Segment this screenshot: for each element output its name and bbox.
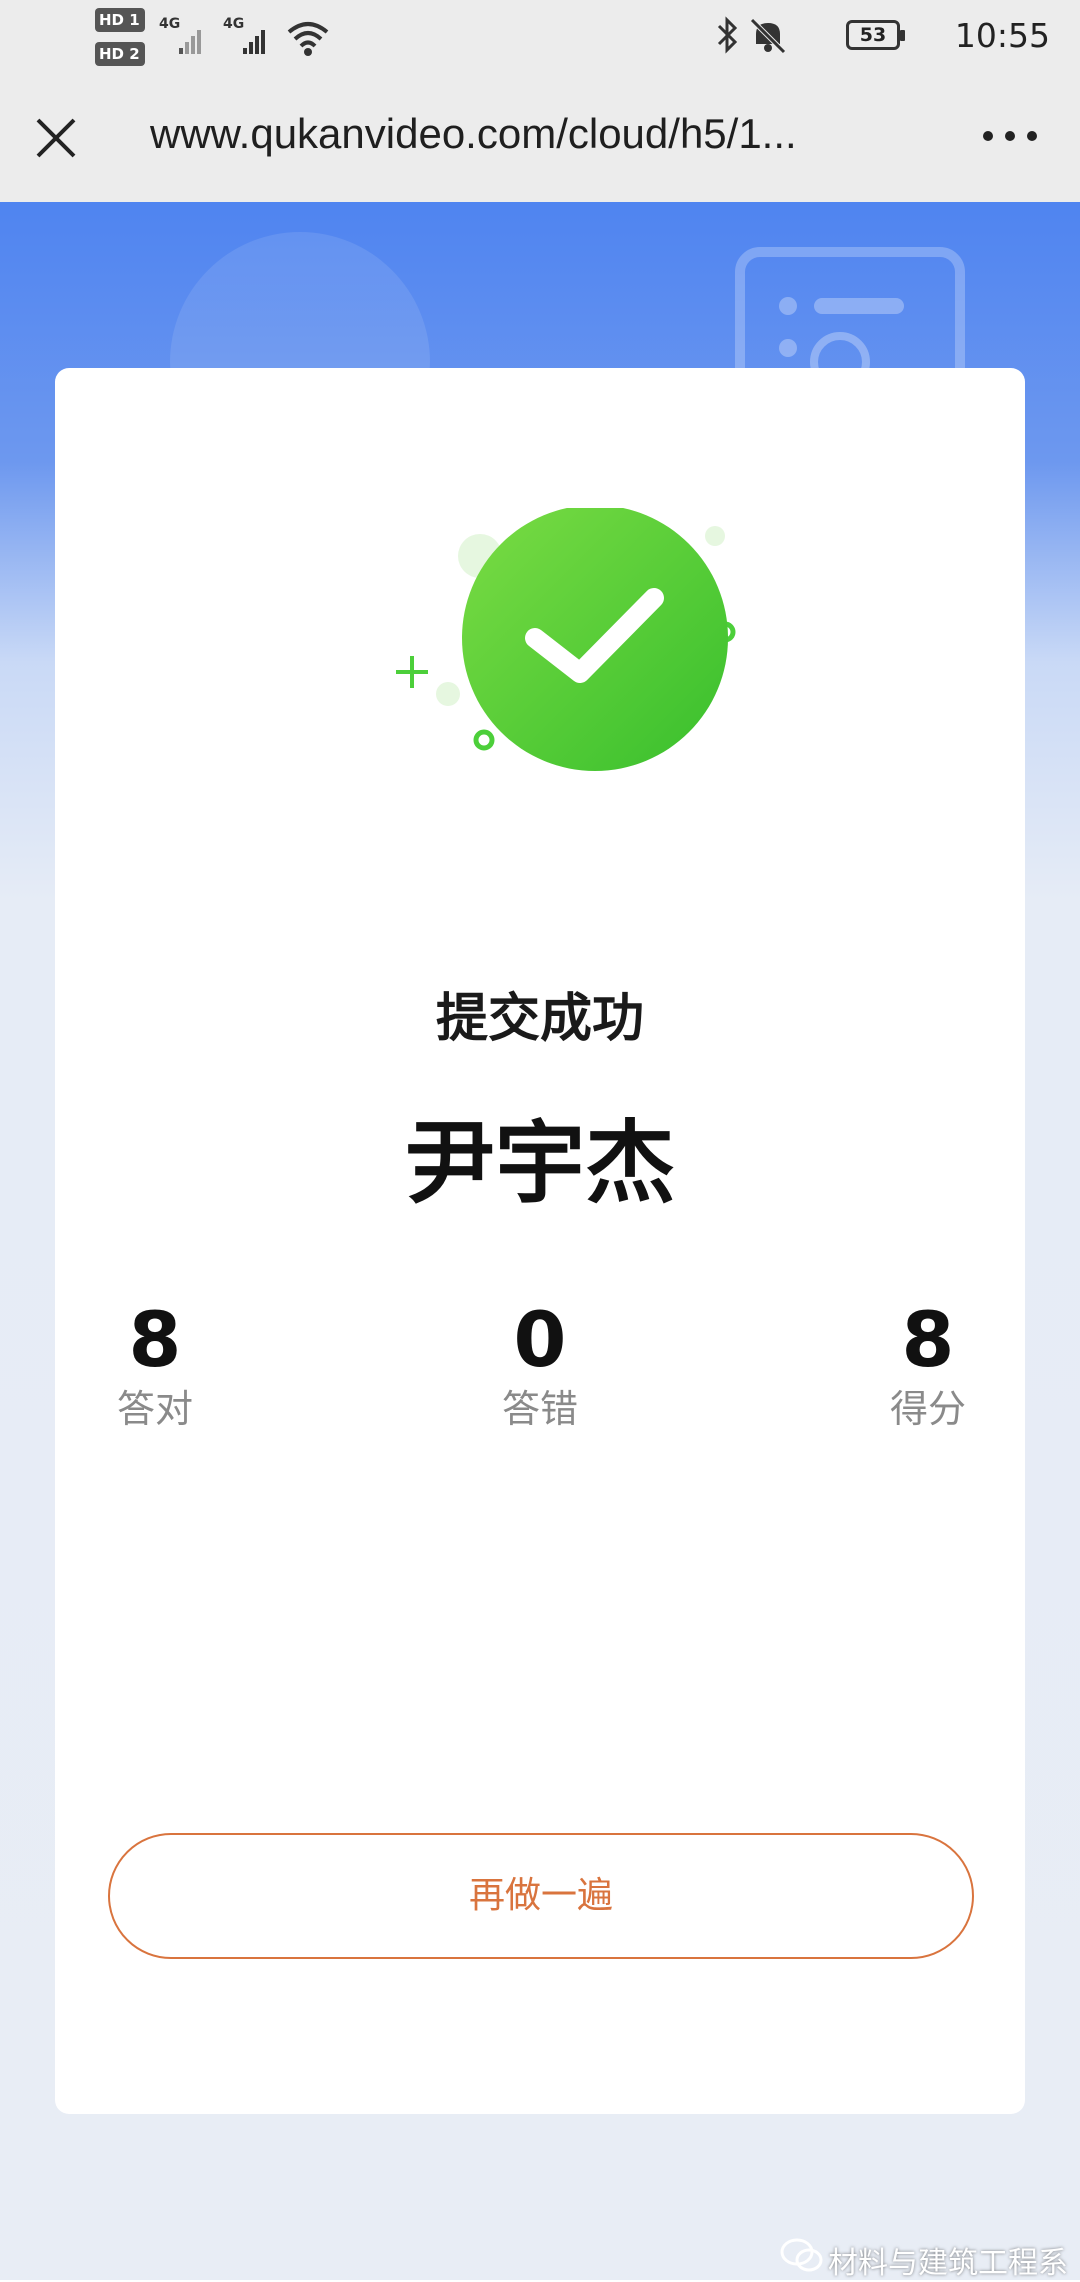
signal-bars-icon (179, 30, 201, 54)
student-name: 尹宇杰 (405, 1111, 675, 1216)
success-check-icon (396, 508, 736, 771)
sim2-badge: HD 2 (95, 42, 145, 66)
page-url: www.qukanvideo.com/cloud/h5/1... (150, 110, 797, 157)
result-card: 提交成功 尹宇杰 8 答对 0 答错 8 得分 再做一遍 (55, 368, 1025, 2114)
stat-value: 8 (901, 1295, 955, 1384)
stat-value: 0 (513, 1295, 567, 1384)
mute-bell-icon (750, 18, 786, 54)
watermark-text: 材料与建筑工程系 (828, 2246, 1068, 2281)
more-options-icon[interactable] (978, 118, 1042, 154)
stat-wrong: 0 答错 (440, 1298, 640, 1434)
stat-score: 8 得分 (828, 1298, 1028, 1434)
stat-label: 答对 (116, 1387, 193, 1431)
status-bar: HD 1 HD 2 4G 4G 53 10:55 (0, 0, 1080, 72)
stat-value: 8 (128, 1295, 182, 1384)
sim1-badge: HD 1 (95, 8, 145, 32)
browser-nav-bar: www.qukanvideo.com/cloud/h5/1... (0, 72, 1080, 202)
stat-label: 答错 (501, 1387, 578, 1431)
hero-background: 提交成功 尹宇杰 8 答对 0 答错 8 得分 再做一遍 (0, 202, 1080, 2280)
wifi-icon (287, 22, 329, 56)
battery-indicator: 53 (846, 20, 905, 50)
stat-correct: 8 答对 (55, 1298, 255, 1434)
bluetooth-icon (717, 16, 738, 54)
redo-button[interactable]: 再做一遍 (108, 1833, 974, 1959)
close-icon[interactable] (30, 112, 82, 164)
signal-bars-icon (243, 30, 265, 54)
sim-indicators: HD 1 HD 2 (95, 8, 147, 66)
submit-success-title: 提交成功 (435, 989, 644, 1049)
stat-label: 得分 (889, 1387, 966, 1431)
status-time: 10:55 (954, 16, 1050, 55)
wechat-logo-icon (780, 2238, 823, 2272)
